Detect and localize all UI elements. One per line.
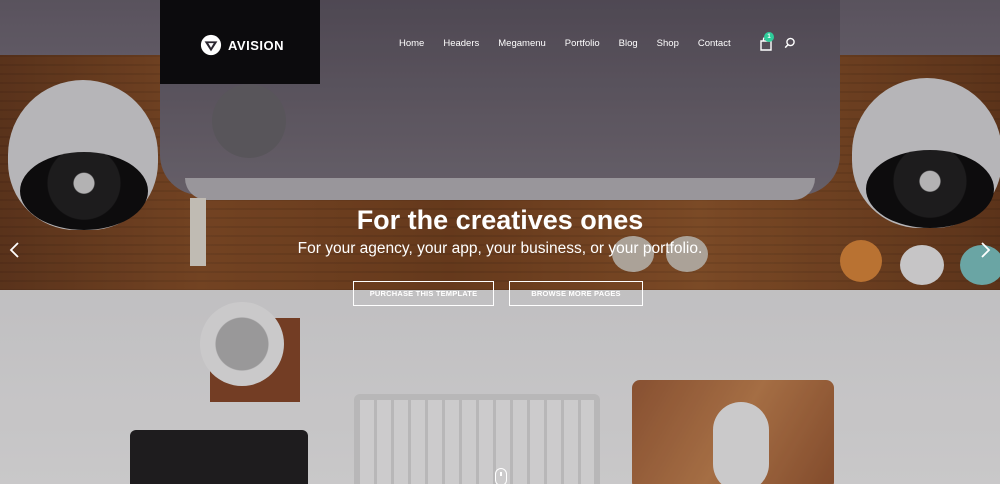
nav-item-portfolio[interactable]: Portfolio	[565, 37, 600, 51]
nav-item-megamenu[interactable]: Megamenu	[498, 37, 546, 51]
chevron-right-icon[interactable]	[977, 240, 993, 260]
shield-triangle-icon	[200, 34, 222, 56]
nav-item-headers[interactable]: Headers	[443, 37, 479, 51]
nav-item-blog[interactable]: Blog	[619, 37, 638, 51]
chevron-left-icon[interactable]	[7, 240, 23, 260]
mouse-scroll-icon[interactable]	[495, 468, 507, 484]
hero-title: For the creatives ones	[356, 205, 644, 235]
hero-subtitle: For your agency, your app, your business…	[297, 240, 703, 257]
brand-name: AVISION	[228, 37, 284, 53]
nav-item-contact[interactable]: Contact	[698, 37, 731, 51]
brand-logo[interactable]: AVISION	[200, 34, 284, 56]
cart-count-badge: 1	[764, 32, 774, 42]
search-icon[interactable]	[784, 37, 796, 49]
nav-item-home[interactable]: Home	[399, 37, 424, 51]
purchase-template-button[interactable]: Purchase this template	[353, 281, 494, 306]
nav-item-shop[interactable]: Shop	[657, 37, 679, 51]
main-navigation: Home Headers Megamenu Portfolio Blog Sho…	[399, 37, 731, 51]
browse-pages-button[interactable]: Browse more pages	[509, 281, 643, 306]
